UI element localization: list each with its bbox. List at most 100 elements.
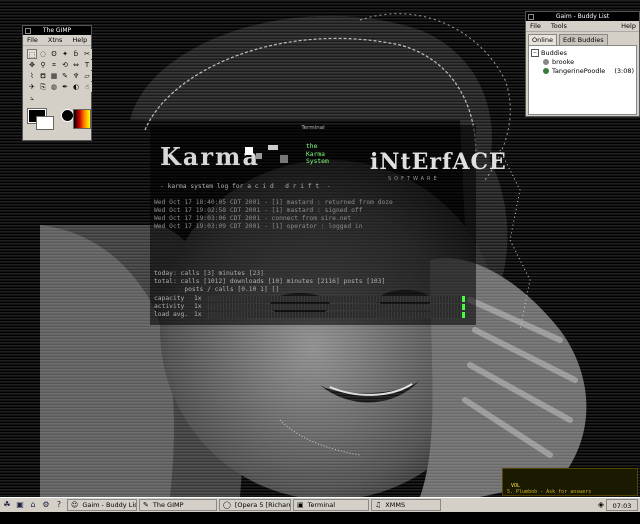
gaim-titlebar[interactable]: Gaim - Buddy List (526, 12, 639, 21)
task-xmms[interactable]: ♫ XMMS (371, 499, 441, 511)
softworks-label: SOFTWARE (388, 176, 440, 182)
gaim-menubar: File Tools Help (526, 21, 639, 32)
gnome-foot-icon[interactable]: ☘ (1, 499, 13, 511)
gaim-menu-file[interactable]: File (530, 21, 541, 31)
buddy-row[interactable]: TangerinePoodle (3:08) (531, 66, 634, 75)
task-label: The GIMP (152, 501, 184, 509)
task-opera[interactable]: ◯[Opera 5 [Richard's...] (219, 499, 291, 511)
meter-end (462, 304, 465, 310)
fuzzy-select-icon[interactable]: ✦ (60, 49, 70, 59)
meter-value: 1x (194, 295, 202, 302)
bucket-fill-icon[interactable]: ⛾ (38, 71, 48, 81)
ellipse-select-icon[interactable]: ◌ (38, 49, 48, 59)
terminal-title: Terminal (301, 125, 325, 131)
stats-ratio: posts / calls [0.10 1] [] (154, 286, 280, 293)
tray-icon[interactable]: ◈ (598, 500, 604, 509)
gimp-menu-file[interactable]: File (27, 35, 38, 45)
transform-icon[interactable]: ⟲ (60, 60, 70, 70)
scissors-icon[interactable]: ✂ (82, 49, 92, 59)
load-meter (206, 312, 462, 318)
gimp-toolbox-window[interactable]: The GIMP File Xtns Help ⬚ ◌ ʘ ✦ ɓ ✂ ✥ ⚲ ⌗ ⟲ ⇔ T ⌇ ⛾ ▦ ✎… (22, 25, 92, 141)
gimp-tool-grid: ⬚ ◌ ʘ ✦ ɓ ✂ ✥ ⚲ ⌗ ⟲ ⇔ T ⌇ ⛾ ▦ ✎ ♆ ▱ ✈ ⎘ ◍ ✒ ◐ ☝ ⦣ (23, 46, 92, 105)
log-line: Wed Oct 17 19:03:06 CDT 2001 - connect f… (154, 215, 352, 222)
measure-icon[interactable]: ⦣ (27, 93, 37, 103)
xmms-song-title: 5. Plumbob - Ask for answers (507, 489, 592, 495)
launcher-area: ☘ ▣ ⌂ ⚙? (0, 499, 65, 511)
collapse-icon[interactable]: − (531, 48, 539, 57)
magnify-icon[interactable]: ⚲ (38, 60, 48, 70)
capacity-meter (206, 296, 462, 302)
buddy-status-icon (543, 67, 549, 74)
airbrush-icon[interactable]: ✈ (27, 82, 37, 92)
task-terminal-icon: ▣ (297, 501, 304, 509)
buddy-tree[interactable]: − Buddies brooke TangerinePoodle (3:08) (528, 45, 637, 115)
buddy-group[interactable]: − Buddies (531, 48, 634, 57)
gaim-buddy-list-window[interactable]: Gaim - Buddy List File Tools Help Online… (525, 11, 640, 117)
buddy-group-label: Buddies (541, 48, 568, 57)
meter-value: 1x (194, 311, 202, 318)
dodge-burn-icon[interactable]: ◐ (71, 82, 81, 92)
log-line: Wed Oct 17 19:03:09 CDT 2001 - [1] opera… (154, 223, 363, 230)
clone-icon[interactable]: ⎘ (38, 82, 48, 92)
meter-value: 1x (194, 303, 202, 310)
taskbar: ☘ ▣ ⌂ ⚙? ☺ Gaim - Buddy List ✎ The GIMP ◯ [Opera… (0, 497, 640, 522)
background-color-swatch[interactable] (36, 116, 54, 130)
crop-icon[interactable]: ⌗ (49, 60, 59, 70)
bezier-select-icon[interactable]: ɓ (71, 49, 81, 59)
lasso-icon[interactable]: ʘ (49, 49, 59, 59)
meter-label: activity (154, 303, 185, 310)
settings-launcher-icon[interactable]: ⚙ (40, 499, 52, 511)
buddy-row[interactable]: brooke (531, 57, 634, 66)
buddy-name: brooke (552, 57, 575, 66)
smudge-icon[interactable]: ☝ (82, 82, 92, 92)
gaim-title: Gaim - Buddy List (555, 13, 610, 20)
logo-pixel-block (280, 155, 288, 163)
task-gimp[interactable]: ✎ The GIMP (139, 499, 217, 511)
gimp-titlebar[interactable]: The GIMP (23, 26, 91, 35)
task-gaim[interactable]: ☺ Gaim - Buddy List (67, 499, 137, 511)
pencil-icon[interactable]: ✎ (60, 71, 70, 81)
task-label: XMMS (385, 501, 406, 509)
gimp-menu-xtns[interactable]: Xtns (48, 35, 63, 45)
help-launcher-icon[interactable]: ? (53, 499, 65, 511)
window-menu-icon[interactable] (25, 28, 31, 34)
buddy-idle-time: (3:08) (614, 66, 634, 75)
task-opera-icon: ◯ (223, 501, 231, 509)
gradient-indicator[interactable] (73, 109, 91, 129)
tab-edit-buddies[interactable]: Edit Buddies (558, 34, 608, 45)
convolve-icon[interactable]: ◍ (49, 82, 59, 92)
xmms-player[interactable]: VOL 5. Plumbob - Ask for answers (502, 468, 638, 496)
move-icon[interactable]: ✥ (27, 60, 37, 70)
meter-end (462, 296, 465, 302)
blend-icon[interactable]: ▦ (49, 71, 59, 81)
task-gaim-icon: ☺ (71, 501, 79, 509)
paintbrush-icon[interactable]: ♆ (71, 71, 81, 81)
terminal-window[interactable]: Terminal Karma the Karma System iNtErfAC… (150, 125, 506, 325)
tab-online[interactable]: Online (528, 34, 557, 45)
eraser-icon[interactable]: ▱ (82, 71, 92, 81)
buddy-status-icon (543, 58, 549, 65)
rect-select-icon[interactable]: ⬚ (27, 49, 37, 59)
task-label: Gaim - Buddy List (82, 501, 137, 509)
meter-label: load avg. (154, 311, 189, 318)
ink-icon[interactable]: ✒ (60, 82, 70, 92)
log-header: - karma system log for a c i d d r i f t… (160, 183, 331, 190)
window-menu-icon[interactable] (528, 14, 534, 20)
karma-system-label: the Karma System (306, 143, 329, 165)
clock[interactable]: 07:03 PM (606, 499, 638, 522)
flip-icon[interactable]: ⇔ (71, 60, 81, 70)
home-launcher-icon[interactable]: ⌂ (27, 499, 39, 511)
text-icon[interactable]: T (82, 60, 92, 70)
logo-pixel-block (256, 153, 262, 159)
task-terminal[interactable]: ▣ Terminal (293, 499, 369, 511)
task-label: Terminal (307, 501, 336, 509)
gimp-menu-help[interactable]: Help (72, 35, 87, 45)
logo-pixel-block (268, 145, 278, 150)
task-xmms-icon: ♫ (375, 501, 382, 509)
gaim-menu-help[interactable]: Help (621, 21, 636, 31)
buddy-name: TangerinePoodle (552, 66, 606, 75)
terminal-launcher-icon[interactable]: ▣ (14, 499, 26, 511)
gaim-menu-tools[interactable]: Tools (551, 21, 567, 31)
color-picker-icon[interactable]: ⌇ (27, 71, 37, 81)
task-list: ☺ Gaim - Buddy List ✎ The GIMP ◯ [Opera 5 [Ri… (65, 499, 441, 511)
